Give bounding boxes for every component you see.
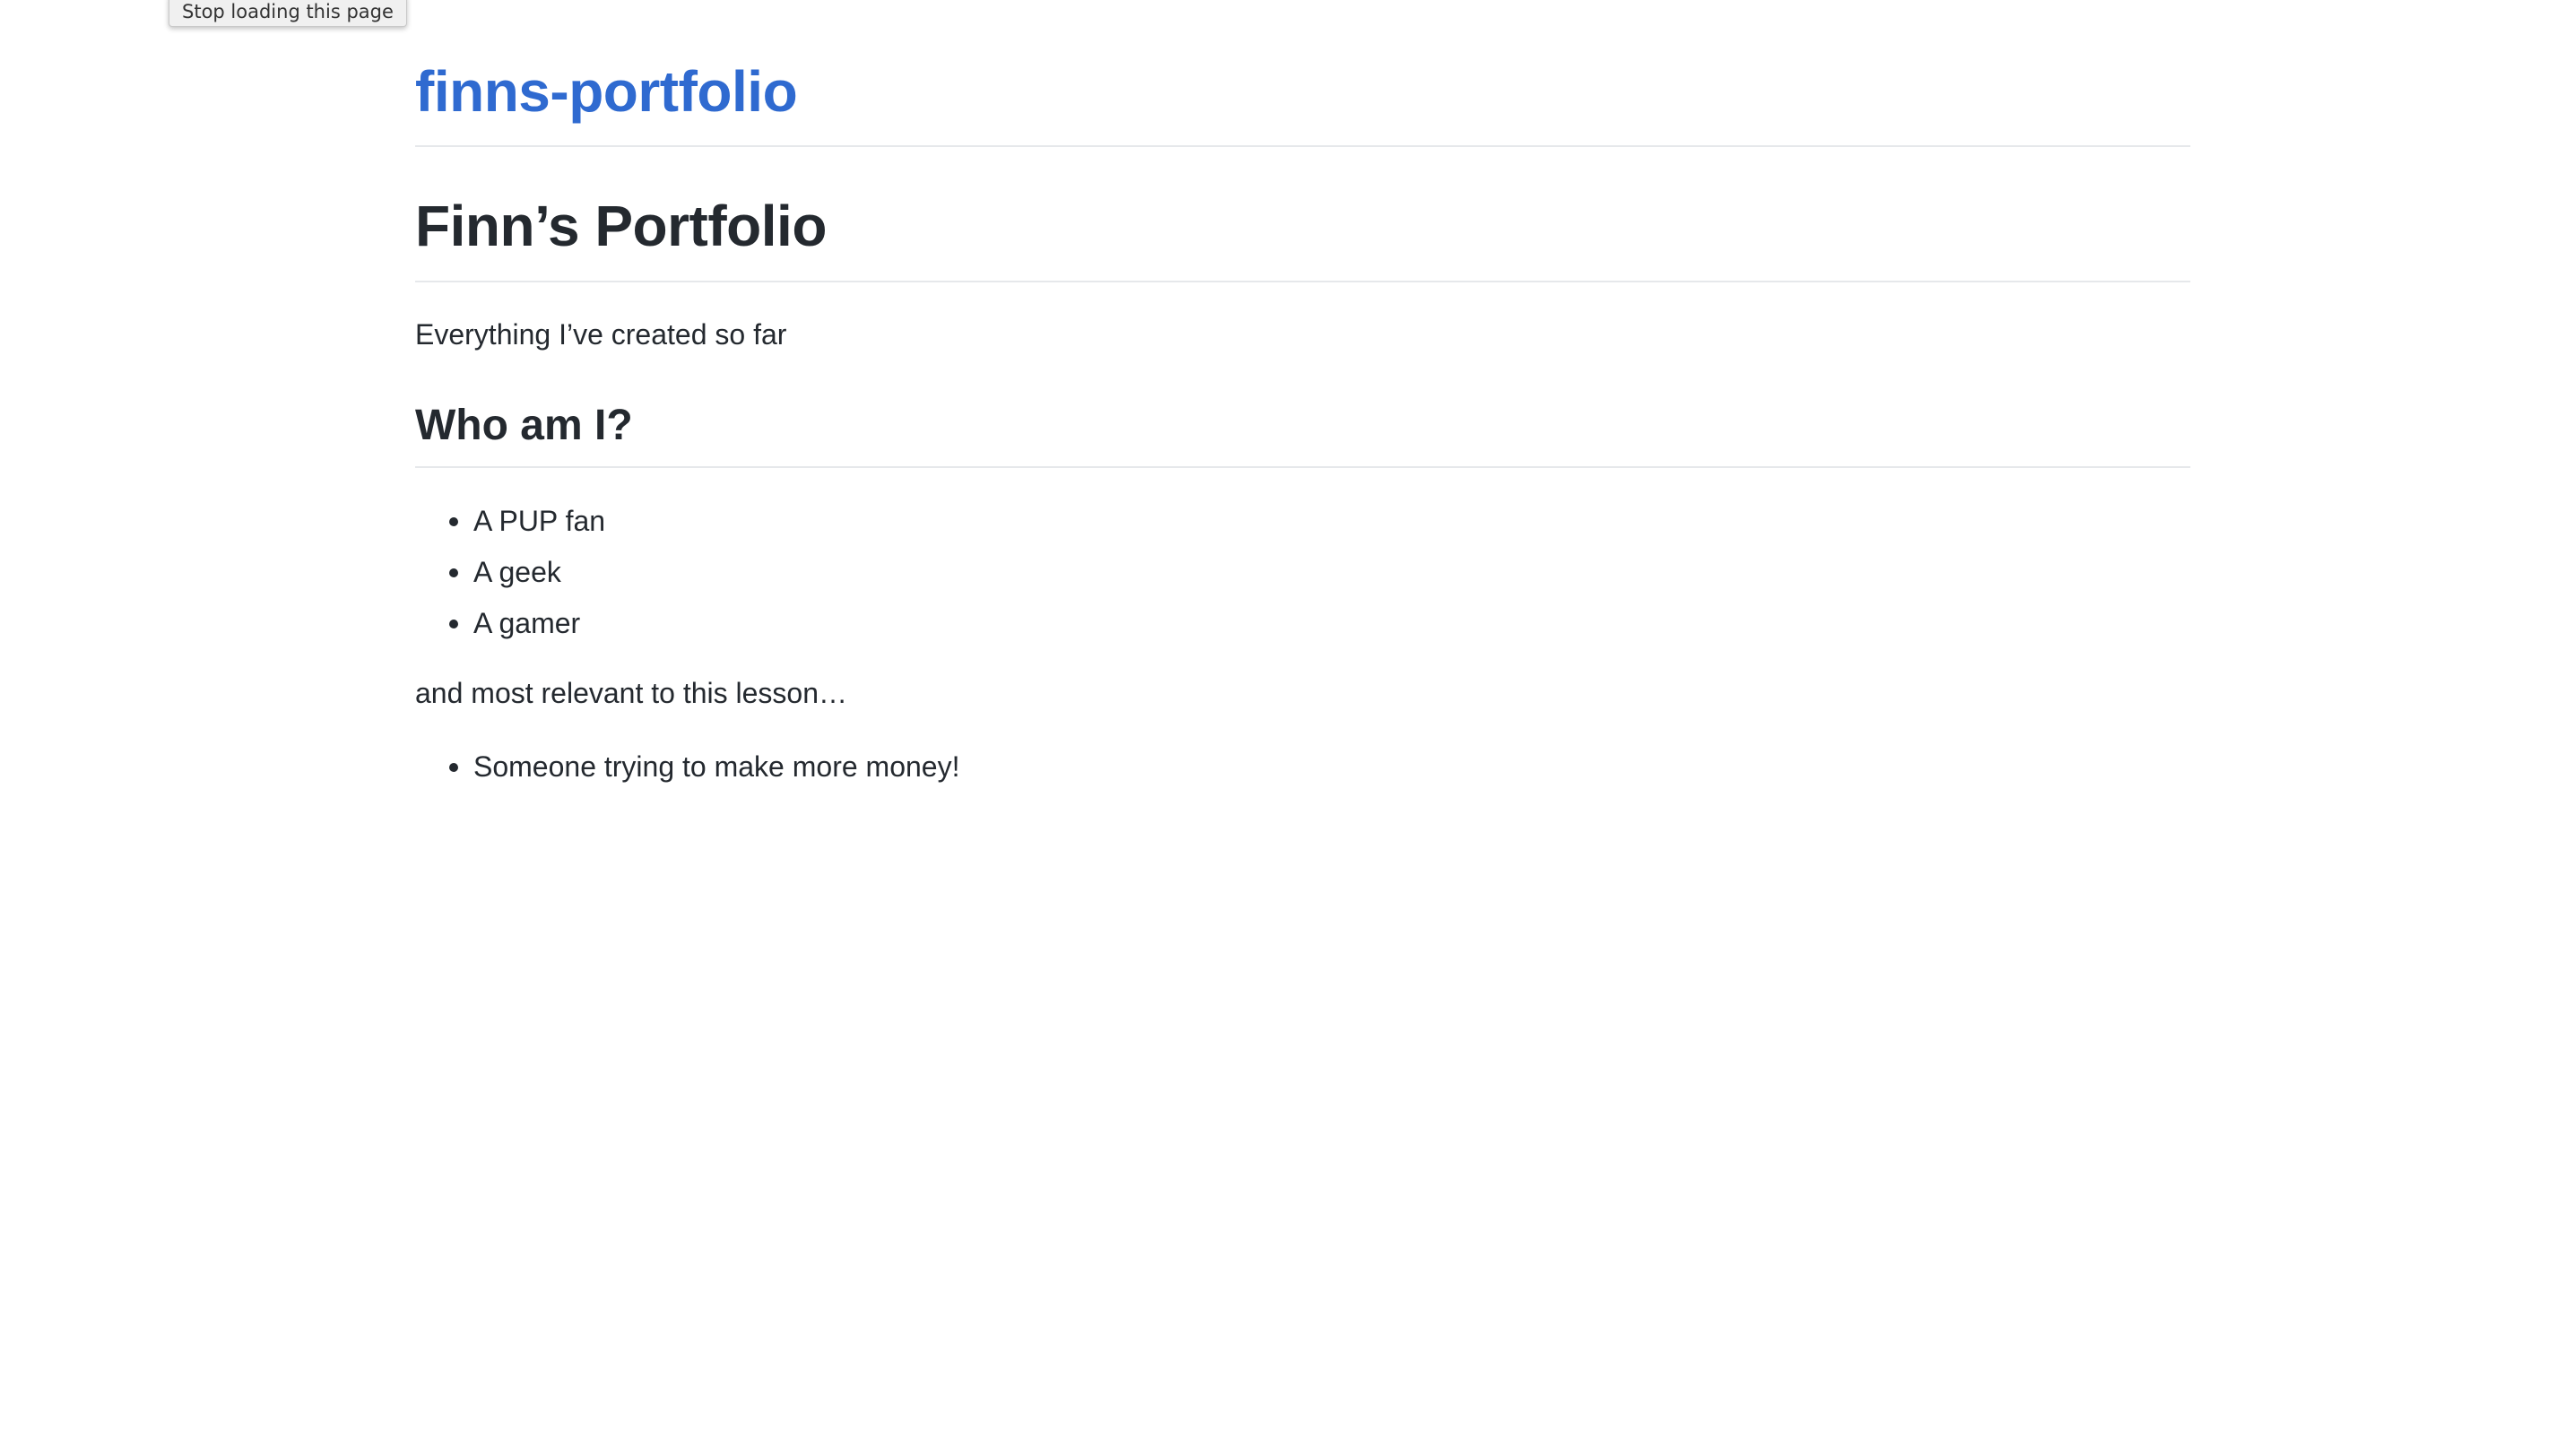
bullet-icon bbox=[449, 763, 458, 772]
title-divider bbox=[415, 281, 2190, 282]
list-item-text: A gamer bbox=[473, 607, 581, 639]
tagline: Everything I’ve created so far bbox=[415, 318, 787, 351]
list-item: A gamer bbox=[415, 602, 605, 644]
header-divider bbox=[415, 145, 2190, 147]
section-heading-who-am-i: Who am I? bbox=[415, 402, 633, 449]
stop-loading-tooltip: Stop loading this page bbox=[169, 0, 407, 27]
bullet-icon bbox=[449, 517, 458, 526]
relevant-intro: and most relevant to this lesson… bbox=[415, 677, 848, 709]
list-item-text: A geek bbox=[473, 556, 561, 588]
relevant-list: Someone trying to make more money! bbox=[415, 746, 959, 797]
section-divider bbox=[415, 466, 2190, 468]
site-title-link[interactable]: finns-portfolio bbox=[415, 56, 798, 127]
list-item: Someone trying to make more money! bbox=[415, 746, 959, 787]
list-item: A geek bbox=[415, 551, 605, 593]
traits-list: A PUP fan A geek A gamer bbox=[415, 500, 605, 654]
list-item: A PUP fan bbox=[415, 500, 605, 542]
bullet-icon bbox=[449, 620, 458, 628]
list-item-text: A PUP fan bbox=[473, 505, 606, 537]
bullet-icon bbox=[449, 568, 458, 577]
list-item-text: Someone trying to make more money! bbox=[473, 750, 960, 783]
page-title: Finn’s Portfolio bbox=[415, 194, 827, 258]
